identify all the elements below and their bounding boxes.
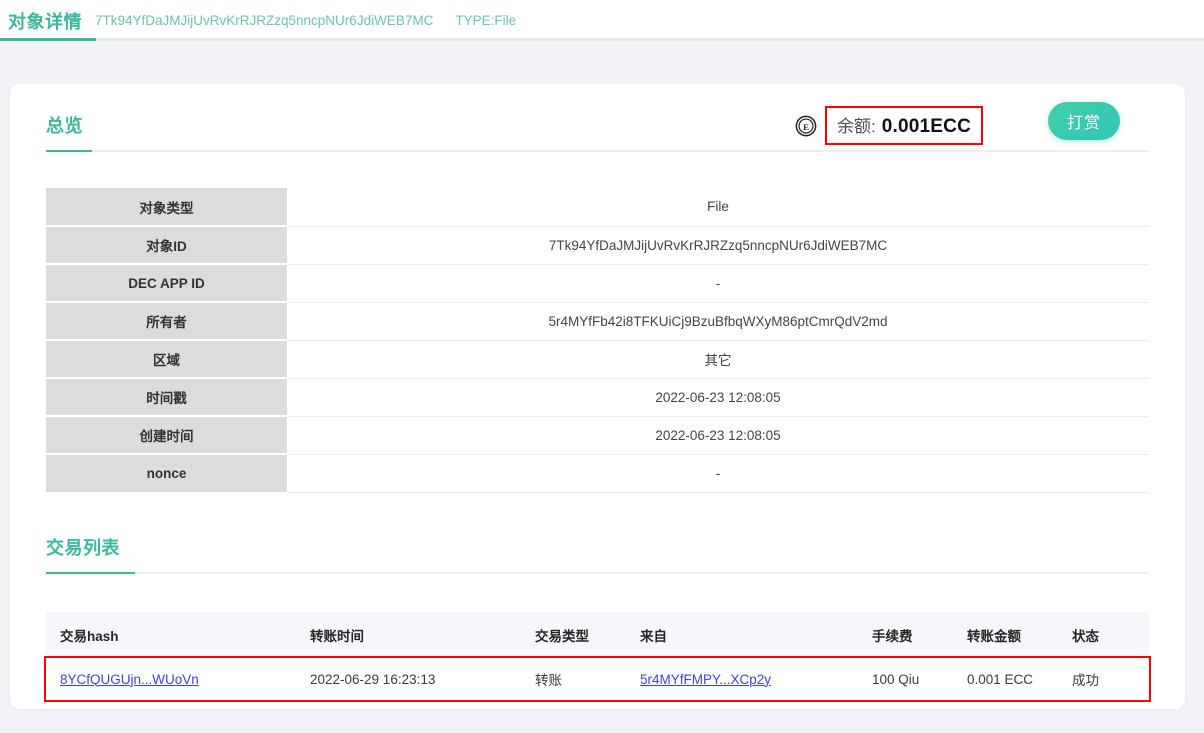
- transaction-section-head: 交易列表: [10, 524, 1185, 560]
- object-detail-table: 对象类型 File 对象ID 7Tk94YfDaJMJijUvRvKrRJRZz…: [46, 188, 1149, 493]
- cell-type: 转账: [521, 658, 626, 700]
- table-row: nonce -: [46, 454, 1149, 493]
- cell-hash: 8YCfQUGUjn...WUoVn: [46, 658, 296, 700]
- detail-label: 对象类型: [46, 188, 287, 227]
- table-row: DEC APP ID -: [46, 264, 1149, 303]
- column-header-amount: 转账金额: [953, 612, 1058, 658]
- overview-header-row: E 余额: 0.001ECC 打赏: [10, 84, 1185, 154]
- cell-amount: 0.001 ECC: [953, 658, 1058, 700]
- balance-box: 余额: 0.001ECC: [825, 106, 983, 145]
- transaction-hash-link[interactable]: 8YCfQUGUjn...WUoVn: [60, 672, 199, 687]
- transaction-title: 交易列表: [46, 538, 120, 558]
- column-header-status: 状态: [1058, 612, 1149, 658]
- header-object-id: 7Tk94YfDaJMJijUvRvKrRJRZzq5nncpNUr6JdiWE…: [95, 13, 434, 28]
- svg-text:E: E: [803, 121, 809, 131]
- transaction-header-row: 交易hash 转账时间 交易类型 来自 手续费 转账金额 状态: [46, 612, 1149, 658]
- column-header-hash: 交易hash: [46, 612, 296, 658]
- table-row: 时间戳 2022-06-23 12:08:05: [46, 378, 1149, 417]
- cell-from: 5r4MYfFMPY...XCp2y: [626, 658, 858, 700]
- detail-label: 时间戳: [46, 378, 287, 417]
- transaction-section: 交易列表 交易hash 转账时间 交易类型 来自 手续费 转账金额 状态 8YC…: [10, 524, 1185, 702]
- header-underline: [0, 38, 1204, 41]
- detail-label: 对象ID: [46, 226, 287, 265]
- table-row[interactable]: 8YCfQUGUjn...WUoVn 2022-06-29 16:23:13 转…: [44, 656, 1151, 702]
- object-detail-body: 对象类型 File 对象ID 7Tk94YfDaJMJijUvRvKrRJRZz…: [46, 188, 1149, 493]
- column-header-time: 转账时间: [296, 612, 521, 658]
- balance-value: 0.001ECC: [881, 116, 971, 137]
- detail-label: nonce: [46, 454, 287, 492]
- detail-value: File: [287, 188, 1149, 227]
- detail-value: 2022-06-23 12:08:05: [287, 416, 1149, 455]
- reward-button[interactable]: 打赏: [1048, 102, 1120, 140]
- column-header-fee: 手续费: [858, 612, 953, 658]
- cell-status: 成功: [1058, 658, 1149, 700]
- detail-value: -: [287, 264, 1149, 303]
- detail-label: 创建时间: [46, 416, 287, 455]
- header-underline-active: [0, 38, 96, 41]
- overview-section: 总览 E 余额: 0.001ECC 打赏 对象类型 File 对象ID 7Tk9…: [10, 84, 1185, 493]
- page-header: 对象详情 7Tk94YfDaJMJijUvRvKrRJRZzq5nncpNUr6…: [0, 0, 1204, 41]
- detail-value: 其它: [287, 340, 1149, 379]
- header-object-type: TYPE:File: [455, 13, 517, 28]
- balance-label: 余额:: [837, 117, 876, 136]
- detail-label: DEC APP ID: [46, 264, 287, 303]
- detail-value: 7Tk94YfDaJMJijUvRvKrRJRZzq5nncpNUr6JdiWE…: [287, 226, 1149, 265]
- cell-time: 2022-06-29 16:23:13: [296, 658, 521, 700]
- detail-value: -: [287, 454, 1149, 493]
- transaction-table: 交易hash 转账时间 交易类型 来自 手续费 转账金额 状态 8YCfQUGU…: [44, 612, 1151, 702]
- transaction-from-link[interactable]: 5r4MYfFMPY...XCp2y: [640, 672, 771, 687]
- transaction-table-body: 8YCfQUGUjn...WUoVn 2022-06-29 16:23:13 转…: [44, 656, 1151, 702]
- detail-label: 区域: [46, 340, 287, 379]
- transaction-table-head: 交易hash 转账时间 交易类型 来自 手续费 转账金额 状态: [46, 612, 1149, 658]
- detail-value: 5r4MYfFb42i8TFKUiCj9BzuBfbqWXyM86ptCmrQd…: [287, 302, 1149, 341]
- detail-label: 所有者: [46, 302, 287, 341]
- balance-display: E 余额: 0.001ECC: [795, 106, 983, 145]
- table-row: 创建时间 2022-06-23 12:08:05: [46, 416, 1149, 455]
- column-header-type: 交易类型: [521, 612, 626, 658]
- page-title: 对象详情: [8, 11, 82, 32]
- transaction-rule-active: [46, 572, 135, 574]
- ecc-coin-icon: E: [795, 115, 817, 136]
- detail-card: 总览 E 余额: 0.001ECC 打赏 对象类型 File 对象ID 7Tk9…: [10, 84, 1185, 709]
- table-row: 对象类型 File: [46, 188, 1149, 227]
- cell-fee: 100 Qiu: [858, 658, 953, 700]
- column-header-from: 来自: [626, 612, 858, 658]
- transaction-rule: [46, 572, 1149, 574]
- transaction-table-wrap: 交易hash 转账时间 交易类型 来自 手续费 转账金额 状态 8YCfQUGU…: [44, 612, 1151, 702]
- table-row: 区域 其它: [46, 340, 1149, 379]
- detail-value: 2022-06-23 12:08:05: [287, 378, 1149, 417]
- table-row: 对象ID 7Tk94YfDaJMJijUvRvKrRJRZzq5nncpNUr6…: [46, 226, 1149, 265]
- table-row: 所有者 5r4MYfFb42i8TFKUiCj9BzuBfbqWXyM86ptC…: [46, 302, 1149, 341]
